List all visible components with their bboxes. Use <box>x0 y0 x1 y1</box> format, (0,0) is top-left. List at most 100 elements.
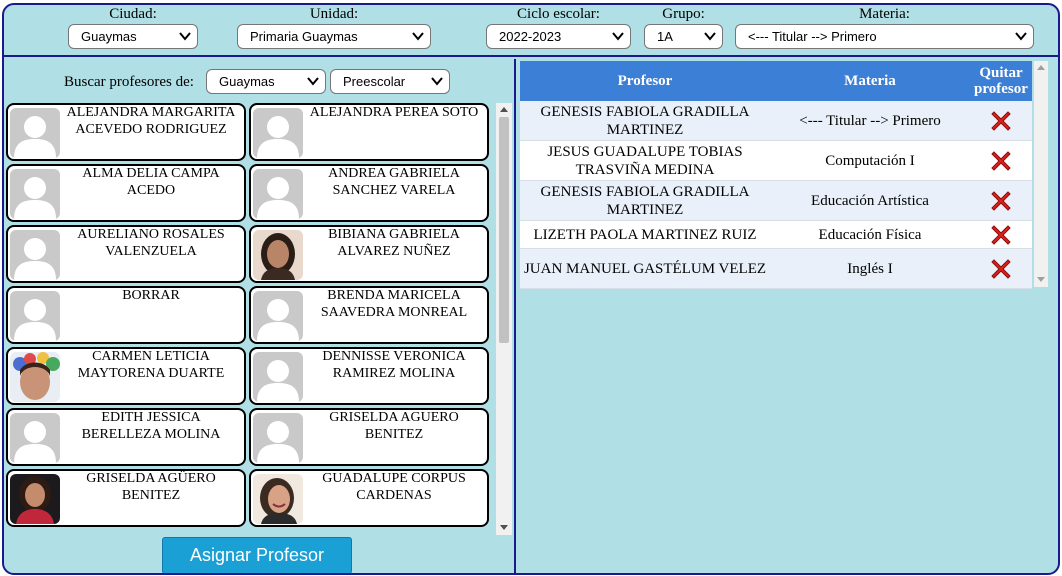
row-profesor: JUAN MANUEL GASTÉLUM VELEZ <box>523 260 767 277</box>
chevron-down-icon <box>307 77 319 86</box>
remove-teacher-button[interactable] <box>970 141 1032 180</box>
grupo-label: Grupo: <box>662 6 705 22</box>
row-materia: Computación I <box>825 152 915 169</box>
materia-select[interactable]: <--- Titular --> Primero <box>735 24 1034 49</box>
remove-x-icon[interactable] <box>990 190 1012 212</box>
teacher-card[interactable]: BIBIANA GABRIELA ALVAREZ NUÑEZ <box>249 225 489 283</box>
teacher-photo <box>253 474 303 524</box>
remove-x-icon[interactable] <box>990 224 1012 246</box>
ciclo-label: Ciclo escolar: <box>517 6 600 22</box>
teacher-card[interactable]: ALMA DELIA CAMPA ACEDO <box>6 164 246 222</box>
teacher-search-panel: Buscar profesores de: Guaymas Preescolar… <box>4 59 516 573</box>
user-placeholder-icon <box>10 169 60 219</box>
table-row: JESUS GUADALUPE TOBIAS TRASVIÑA MEDINA Co… <box>520 141 1032 181</box>
chevron-down-icon <box>431 77 443 86</box>
teacher-card[interactable]: DENNISSE VERONICA RAMIREZ MOLINA <box>249 347 489 405</box>
chevron-down-icon <box>612 32 624 41</box>
ciudad-label: Ciudad: <box>109 6 157 22</box>
scroll-down-icon[interactable] <box>500 525 508 530</box>
user-placeholder-icon <box>10 413 60 463</box>
row-profesor: JESUS GUADALUPE TOBIAS TRASVIÑA MEDINA <box>547 143 743 178</box>
grupo-select[interactable]: 1A <box>644 24 723 49</box>
filter-bar: Ciudad: Guaymas Unidad: Primaria Guaymas… <box>4 5 1058 57</box>
scroll-thumb[interactable] <box>499 117 509 343</box>
teacher-name: AURELIANO ROSALES VALENZUELA <box>77 227 225 259</box>
remove-teacher-button[interactable] <box>970 249 1032 288</box>
header-materia: Materia <box>844 73 896 89</box>
assigned-teachers-panel: Profesor Materia Quitar profesor GENESIS… <box>518 59 1058 573</box>
unidad-select[interactable]: Primaria Guaymas <box>237 24 431 49</box>
teacher-card[interactable]: GRISELDA AGUERO BENITEZ <box>249 408 489 466</box>
teacher-card[interactable]: CARMEN LETICIA MAYTORENA DUARTE <box>6 347 246 405</box>
teacher-card[interactable]: AURELIANO ROSALES VALENZUELA <box>6 225 246 283</box>
teacher-name: EDITH JESSICA BERELLEZA MOLINA <box>81 410 221 442</box>
remove-x-icon[interactable] <box>990 110 1012 132</box>
teacher-card[interactable]: GUADALUPE CORPUS CARDENAS <box>249 469 489 527</box>
user-placeholder-icon <box>253 291 303 341</box>
teacher-photo <box>10 352 60 402</box>
teacher-name: GRISELDA AGÜERO BENITEZ <box>86 471 216 503</box>
teacher-photo <box>10 474 60 524</box>
row-profesor: GENESIS FABIOLA GRADILLA MARTINEZ <box>540 183 750 218</box>
row-materia: Educación Física <box>818 226 922 243</box>
row-materia: Educación Artística <box>811 192 929 209</box>
teacher-name: ALMA DELIA CAMPA ACEDO <box>82 166 220 198</box>
row-profesor: GENESIS FABIOLA GRADILLA MARTINEZ <box>540 103 750 138</box>
teacher-name: ALEJANDRA PEREA SOTO <box>309 105 479 120</box>
search-city-select[interactable]: Guaymas <box>206 69 326 94</box>
table-row: JUAN MANUEL GASTÉLUM VELEZ Inglés I <box>520 249 1032 289</box>
ciclo-select[interactable]: 2022-2023 <box>486 24 631 49</box>
teacher-card[interactable]: BORRAR <box>6 286 246 344</box>
remove-teacher-button[interactable] <box>970 221 1032 248</box>
remove-teacher-button[interactable] <box>970 101 1032 140</box>
scroll-down-icon[interactable] <box>1037 277 1045 282</box>
unidad-filter: Unidad: <box>237 6 431 23</box>
table-scrollbar[interactable] <box>1034 61 1048 287</box>
teacher-list: GUADALUPE CORPUS CARDENAS GRISELDA AGÜERO… <box>6 103 512 535</box>
user-placeholder-icon <box>253 108 303 158</box>
user-placeholder-icon <box>10 291 60 341</box>
teacher-card[interactable]: ALEJANDRA PEREA SOTO <box>249 103 489 161</box>
table-row: GENESIS FABIOLA GRADILLA MARTINEZ Educaci… <box>520 181 1032 221</box>
chevron-down-icon <box>704 32 716 41</box>
teacher-name: ALEJANDRA MARGARITA ACEVEDO RODRIGUEZ <box>66 105 236 137</box>
materia-label: Materia: <box>859 6 910 22</box>
search-label: Buscar profesores de: <box>64 74 194 90</box>
scroll-up-icon[interactable] <box>500 107 508 112</box>
teacher-name: CARMEN LETICIA MAYTORENA DUARTE <box>77 349 225 381</box>
teacher-name: BRENDA MARICELA SAAVEDRA MONREAL <box>320 288 468 320</box>
user-placeholder-icon <box>10 108 60 158</box>
user-placeholder-icon <box>253 169 303 219</box>
teacher-card[interactable]: BRENDA MARICELA SAAVEDRA MONREAL <box>249 286 489 344</box>
chevron-down-icon <box>1015 32 1027 41</box>
chevron-down-icon <box>412 32 424 41</box>
search-level-select[interactable]: Preescolar <box>330 69 450 94</box>
teacher-name: ANDREA GABRIELA SANCHEZ VARELA <box>328 166 460 198</box>
teacher-card[interactable]: ANDREA GABRIELA SANCHEZ VARELA <box>249 164 489 222</box>
header-quitar: Quitar profesor <box>974 65 1028 97</box>
user-placeholder-icon <box>10 230 60 280</box>
row-materia: Inglés I <box>847 260 893 277</box>
teacher-name: BIBIANA GABRIELA ALVAREZ NUÑEZ <box>328 227 460 259</box>
table-row: LIZETH PAOLA MARTINEZ RUIZ Educación Físi… <box>520 221 1032 249</box>
ciudad-select[interactable]: Guaymas <box>68 24 198 49</box>
teacher-name: GUADALUPE CORPUS CARDENAS <box>322 471 466 503</box>
teacher-card[interactable]: EDITH JESSICA BERELLEZA MOLINA <box>6 408 246 466</box>
teacher-name: GRISELDA AGUERO BENITEZ <box>329 410 459 442</box>
remove-x-icon[interactable] <box>990 150 1012 172</box>
scroll-up-icon[interactable] <box>1037 65 1045 70</box>
assigned-teachers-table: Profesor Materia Quitar profesor GENESIS… <box>520 61 1032 289</box>
remove-teacher-button[interactable] <box>970 181 1032 220</box>
teacher-list-scrollbar[interactable] <box>496 103 512 535</box>
user-placeholder-icon <box>253 413 303 463</box>
remove-x-icon[interactable] <box>990 258 1012 280</box>
teacher-photo <box>253 230 303 280</box>
teacher-card[interactable]: GRISELDA AGÜERO BENITEZ <box>6 469 246 527</box>
teacher-card[interactable]: ALEJANDRA MARGARITA ACEVEDO RODRIGUEZ <box>6 103 246 161</box>
table-header: Profesor Materia Quitar profesor <box>520 61 1032 101</box>
teacher-name: BORRAR <box>122 288 180 303</box>
assign-teacher-button[interactable]: Asignar Profesor <box>162 537 352 573</box>
row-materia: <--- Titular --> Primero <box>799 112 941 129</box>
ciudad-filter: Ciudad: <box>68 6 198 23</box>
user-placeholder-icon <box>253 352 303 402</box>
